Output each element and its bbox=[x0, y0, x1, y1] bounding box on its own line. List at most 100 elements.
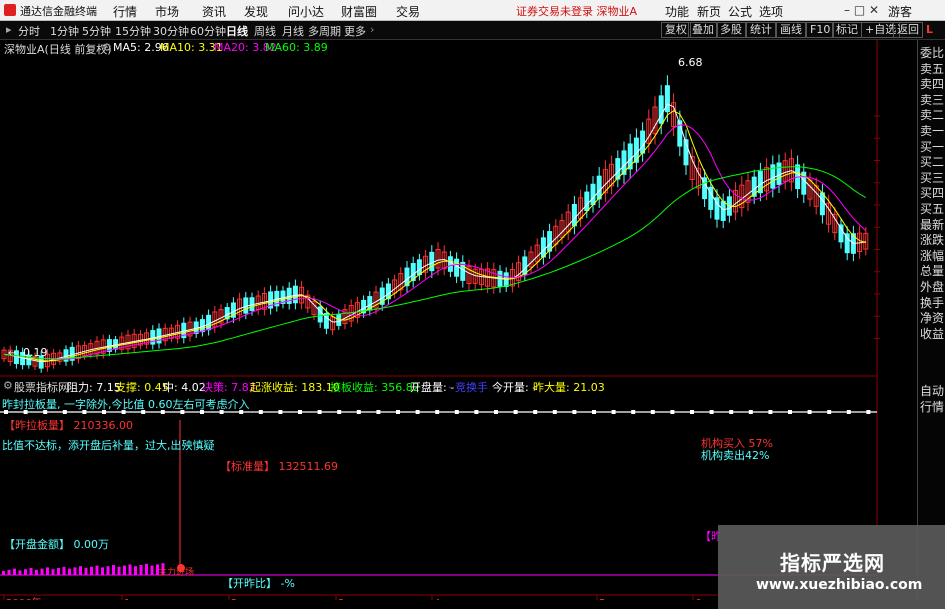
window-controls-icon[interactable]: – □ ✕ bbox=[844, 3, 879, 17]
ma-line bbox=[3, 103, 866, 363]
candle-body bbox=[720, 200, 726, 221]
side-panel-label: 买二 bbox=[920, 155, 945, 170]
candle-body bbox=[819, 192, 825, 216]
side-panel-label: 卖二 bbox=[920, 108, 945, 123]
indicator-bar bbox=[150, 565, 154, 575]
candle-body bbox=[596, 175, 602, 200]
side-panel-toggle[interactable]: 自动 bbox=[920, 384, 945, 399]
indicator-bar bbox=[101, 567, 104, 575]
level2-icon[interactable]: L bbox=[926, 23, 933, 36]
candle-body bbox=[590, 183, 596, 206]
side-panel-label: 涨跌 bbox=[920, 233, 945, 248]
qizhang-value: 起涨收益: 183.10 bbox=[250, 381, 340, 394]
more-chevron-icon[interactable]: › bbox=[370, 23, 374, 36]
period-daily[interactable]: 日线 bbox=[226, 23, 248, 39]
indicator-bar bbox=[112, 565, 115, 575]
side-panel-label: 最新 bbox=[920, 217, 945, 232]
tongji-button[interactable]: 统计 bbox=[746, 22, 776, 38]
candle-body bbox=[206, 314, 212, 331]
menu-item-hangqing[interactable]: 行情 bbox=[113, 3, 137, 20]
indicator-name[interactable]: 股票指标网 bbox=[14, 379, 69, 395]
indicator-bar bbox=[68, 568, 71, 575]
candle-body bbox=[615, 158, 621, 180]
candle-body bbox=[522, 256, 528, 275]
diejia-button[interactable]: 叠加 bbox=[688, 22, 718, 38]
candle-body bbox=[292, 285, 298, 304]
indicator-bar bbox=[2, 571, 5, 575]
indicator-bar bbox=[145, 563, 148, 575]
period-monthly[interactable]: 月线 bbox=[282, 23, 304, 39]
period-30min[interactable]: 30分钟 bbox=[153, 23, 189, 39]
indicator-bar bbox=[46, 567, 49, 575]
f10-button[interactable]: F10 bbox=[806, 22, 835, 38]
period-15min[interactable]: 15分钟 bbox=[115, 23, 151, 39]
candle-body bbox=[447, 256, 453, 272]
menu-item-shichang[interactable]: 市场 bbox=[155, 3, 179, 20]
side-panel-label: 卖一 bbox=[920, 124, 945, 138]
period-toolbar: ▸ 分时 1分钟 5分钟 15分钟 30分钟 60分钟 日线 周线 月线 多周期… bbox=[0, 21, 945, 40]
high-label: 6.68 bbox=[678, 56, 703, 69]
indicator-bar bbox=[106, 566, 110, 575]
candle-body bbox=[454, 258, 460, 277]
indicator-gear-icon[interactable]: ⚙ bbox=[3, 379, 13, 392]
menu-item-faxian[interactable]: 发现 bbox=[244, 3, 268, 20]
side-panel-toggle[interactable]: 行情 bbox=[920, 400, 945, 415]
quote-side-panel: 委比 卖五 卖四 卖三 卖二 卖一 买一 买二 买三 买四 买五 最新 涨跌 涨幅 总量 外盘 换手 净资 收益 自动… bbox=[917, 40, 945, 600]
indicator-bar bbox=[134, 566, 137, 575]
side-panel-label: 收益 bbox=[920, 326, 945, 341]
menu-item-gongshi[interactable]: 公式 bbox=[728, 3, 752, 20]
toolbar-arrow-icon[interactable]: ▸ bbox=[6, 23, 12, 36]
fanhui-button[interactable]: 返回 bbox=[893, 22, 923, 38]
zhong-value: 中: 4.02 bbox=[163, 381, 206, 394]
indicator-bar bbox=[29, 568, 33, 575]
banban-value: 接板收益: 356.82 bbox=[330, 381, 420, 394]
period-60min[interactable]: 60分钟 bbox=[190, 23, 226, 39]
menu-item-caifuquan[interactable]: 财富圈 bbox=[341, 3, 377, 20]
login-warning[interactable]: 证券交易未登录 深物业A bbox=[516, 3, 637, 19]
user-label[interactable]: 游客 bbox=[888, 3, 912, 20]
stock-title[interactable]: 深物业A(日线 前复权) bbox=[4, 41, 112, 57]
menu-item-xuanxiang[interactable]: 选项 bbox=[759, 3, 783, 20]
jigou-out-value: 机构卖出42% bbox=[701, 449, 770, 462]
watermark-url: www.xuezhibiao.com bbox=[756, 577, 923, 593]
side-panel-label: 卖五 bbox=[920, 61, 945, 76]
period-multi[interactable]: 多周期 bbox=[308, 23, 341, 39]
fuquan-button[interactable]: 复权 bbox=[661, 22, 691, 38]
candle-body bbox=[416, 259, 422, 276]
period-weekly[interactable]: 周线 bbox=[254, 23, 276, 39]
xtick-label: 3 bbox=[338, 598, 344, 600]
period-more[interactable]: 更多 bbox=[344, 23, 366, 39]
low-label: 0.19 bbox=[23, 346, 48, 359]
candle-body bbox=[664, 85, 670, 113]
low-arrow-icon: ← bbox=[8, 348, 16, 359]
indicator-bar bbox=[73, 567, 77, 575]
indicator-bar bbox=[24, 569, 27, 575]
zuli-value: 阻力: 7.15 bbox=[67, 381, 121, 394]
menu-item-zixun[interactable]: 资讯 bbox=[202, 3, 226, 20]
period-fenshi[interactable]: 分时 bbox=[18, 23, 40, 39]
side-panel-label: 买四 bbox=[920, 186, 945, 201]
side-panel-label: 买一 bbox=[920, 139, 945, 154]
huaxian-button[interactable]: 画线 bbox=[776, 22, 806, 38]
indicator-bar bbox=[62, 566, 66, 575]
settings-gear-icon[interactable]: ⚙ bbox=[102, 41, 112, 54]
ma-line-group bbox=[3, 103, 867, 363]
menu-item-xinye[interactable]: 新页 bbox=[697, 3, 721, 20]
indicator-bar bbox=[139, 565, 143, 575]
duogu-button[interactable]: 多股 bbox=[716, 22, 746, 38]
biaoji-button[interactable]: 标记 bbox=[832, 22, 862, 38]
zuola-value: 【昨拉板量】 210336.00 bbox=[4, 419, 133, 432]
menu-item-wenxiaoda[interactable]: 问小达 bbox=[288, 3, 324, 20]
indicator-bar bbox=[51, 569, 55, 575]
period-1min[interactable]: 1分钟 bbox=[50, 23, 79, 39]
indicator-bar bbox=[40, 568, 44, 575]
menu-item-jiaoyi[interactable]: 交易 bbox=[396, 3, 420, 20]
biaozhun-value: 【标准量】 132511.69 bbox=[220, 460, 338, 473]
app-logo-icon bbox=[4, 4, 16, 16]
app-title: 通达信金融终端 bbox=[20, 5, 97, 18]
indicator-bar bbox=[18, 570, 22, 575]
candle-body bbox=[584, 191, 590, 212]
period-5min[interactable]: 5分钟 bbox=[82, 23, 111, 39]
ma60-label: MA60: 3.89 bbox=[265, 41, 328, 54]
menu-item-gongneng[interactable]: 功能 bbox=[665, 3, 689, 20]
